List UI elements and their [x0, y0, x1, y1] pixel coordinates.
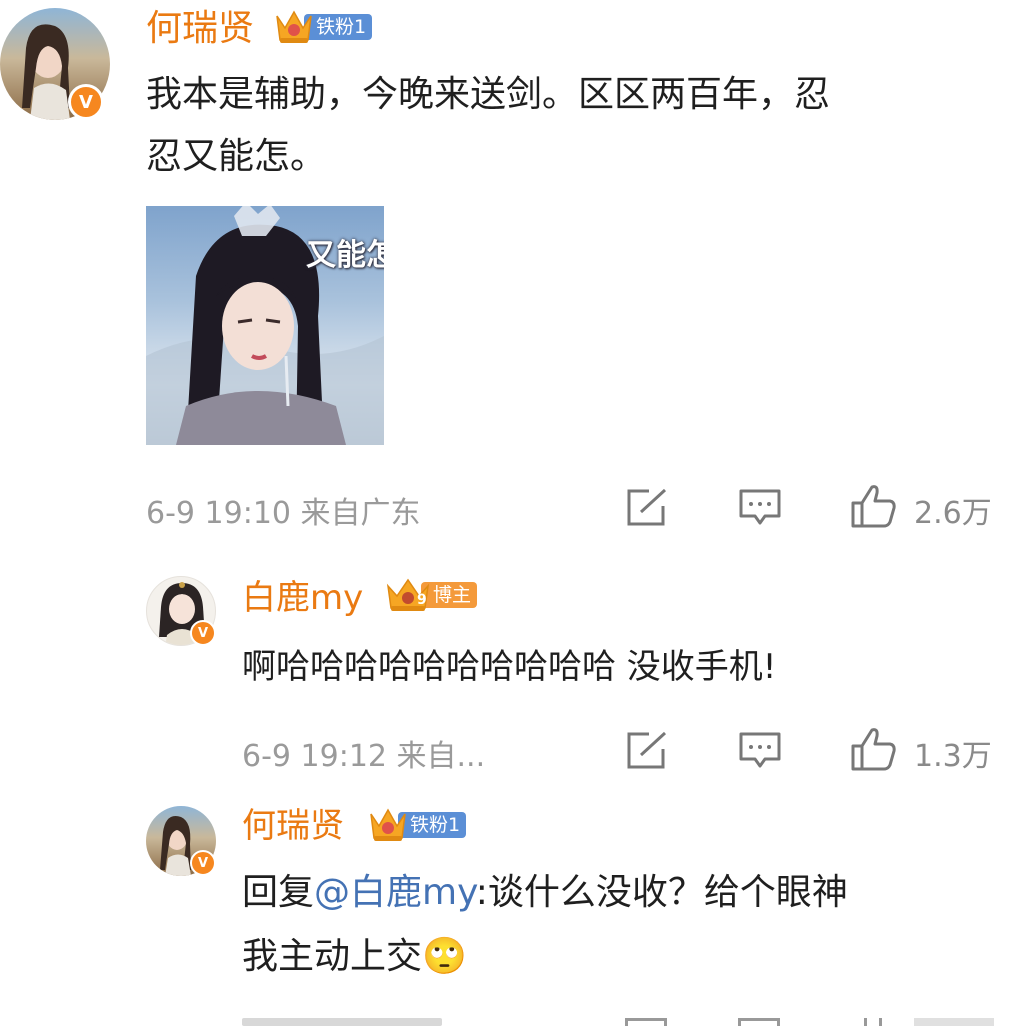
like-count: 2.6万 [914, 496, 992, 531]
verified-v-icon: V [190, 850, 216, 876]
fan-badge-label: 铁粉1 [398, 812, 467, 838]
blogger-badge[interactable]: 9 博主 [385, 576, 478, 614]
comment-text-line: 忍又能怎。 [146, 136, 327, 177]
verified-v-icon: V [190, 620, 216, 646]
crown-icon [276, 10, 312, 43]
like-icon[interactable] [850, 726, 898, 772]
like-icon[interactable] [850, 483, 898, 529]
fan-badge[interactable]: 铁粉1 [368, 806, 467, 844]
comment-image[interactable]: 又能怎 [146, 206, 384, 445]
comment-icon[interactable] [738, 488, 782, 528]
comment-text-line: 我本是辅助，今晚来送剑。区区两百年，忍 [146, 74, 831, 115]
crown-icon [370, 808, 406, 841]
cutoff-footer [242, 1018, 1019, 1026]
fan-badge-label: 铁粉1 [304, 14, 373, 40]
reply-text: :谈什么没收？给个眼神 [475, 872, 848, 913]
username[interactable]: 何瑞贤 [146, 4, 254, 54]
badge-level: 9 [417, 592, 427, 608]
comment-meta: 6-9 19:12 来自... [242, 739, 486, 774]
username[interactable]: 白鹿my [242, 574, 363, 622]
image-overlay-text: 又能怎 [306, 238, 384, 273]
repost-icon[interactable] [625, 488, 669, 528]
reply-prefix: 回复 [242, 872, 315, 913]
username[interactable]: 何瑞贤 [242, 802, 344, 850]
reply-text-line: 我主动上交🙄 [242, 926, 467, 988]
mention-link[interactable]: @白鹿my [314, 872, 476, 913]
reply-text: 我主动上交 [242, 936, 423, 977]
comment-text: 啊哈哈哈哈哈哈哈哈哈哈 没收手机! [242, 647, 777, 687]
fan-badge[interactable]: 铁粉1 [274, 8, 373, 46]
comment-meta: 6-9 19:10 来自广东 [146, 496, 421, 531]
reply-text-line: 回复@白鹿my:谈什么没收？给个眼神 [242, 862, 848, 924]
repost-icon[interactable] [625, 731, 669, 771]
like-count: 1.3万 [914, 739, 992, 774]
comment-icon[interactable] [738, 731, 782, 771]
eye-roll-emoji-icon: 🙄 [422, 936, 467, 977]
verified-v-icon: V [68, 84, 104, 120]
